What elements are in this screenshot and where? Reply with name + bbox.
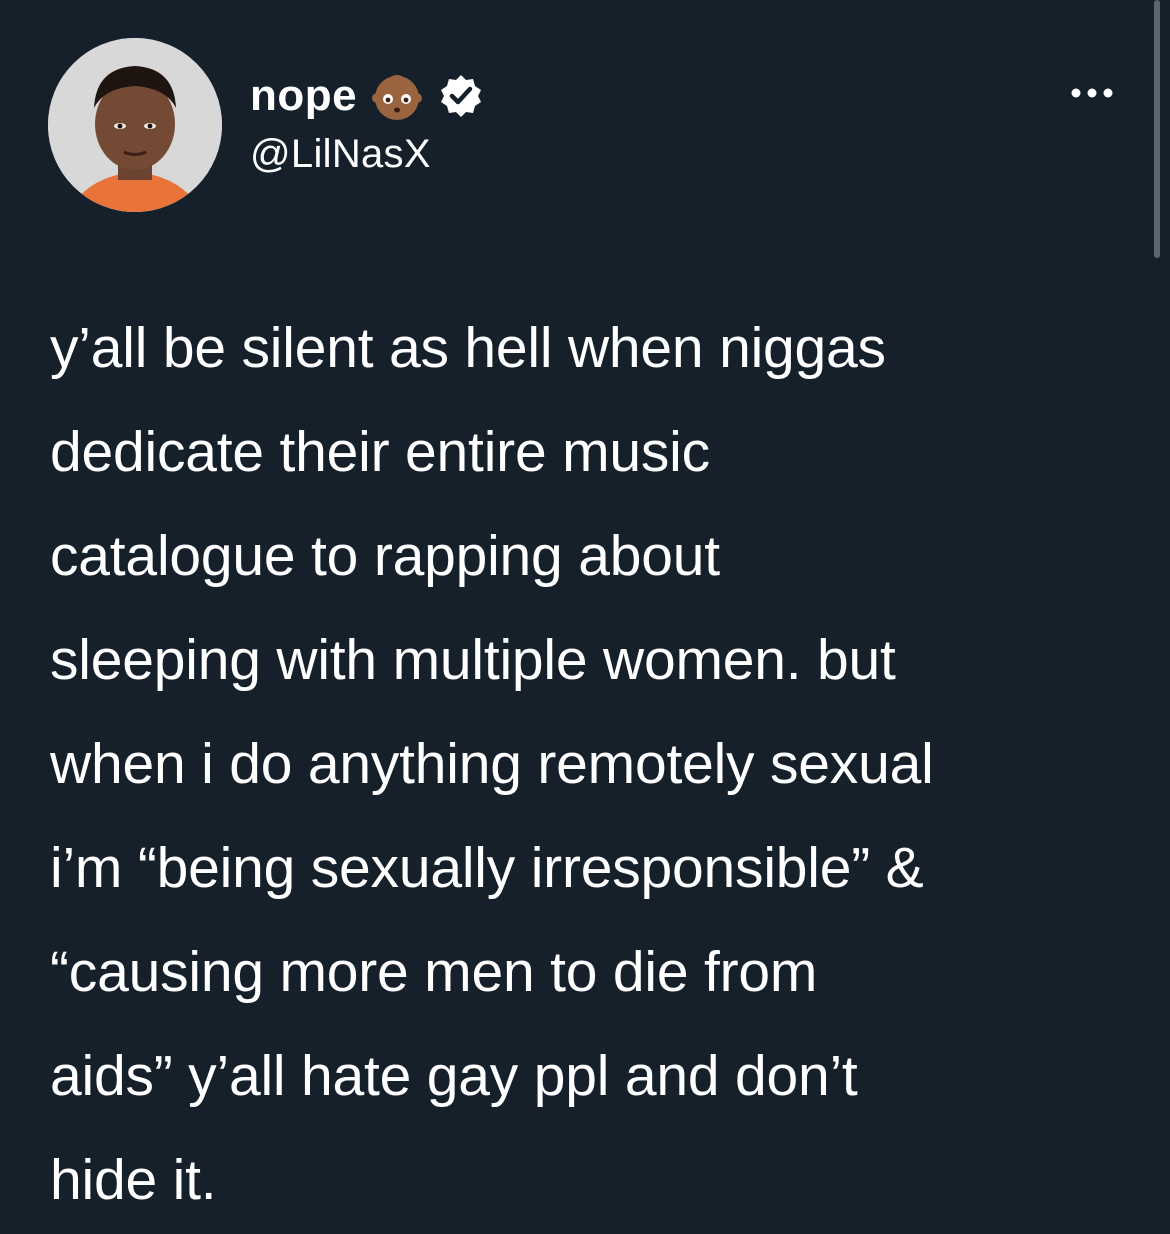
author-name-row: nope (250, 70, 485, 122)
baby-face-emoji-icon (371, 70, 423, 122)
tweet-card: nope @LilNasX y’all be silent as hell wh… (0, 0, 1170, 1234)
scrollbar[interactable] (1154, 0, 1160, 258)
more-options-icon (1071, 88, 1113, 98)
author-handle[interactable]: @LilNasX (250, 132, 431, 177)
avatar[interactable] (48, 38, 222, 212)
tweet-text: y’all be silent as hell when niggas dedi… (50, 316, 934, 1212)
more-options-button[interactable] (1062, 78, 1122, 108)
verified-badge-icon (437, 72, 485, 120)
author-display-name[interactable]: nope (250, 71, 357, 121)
